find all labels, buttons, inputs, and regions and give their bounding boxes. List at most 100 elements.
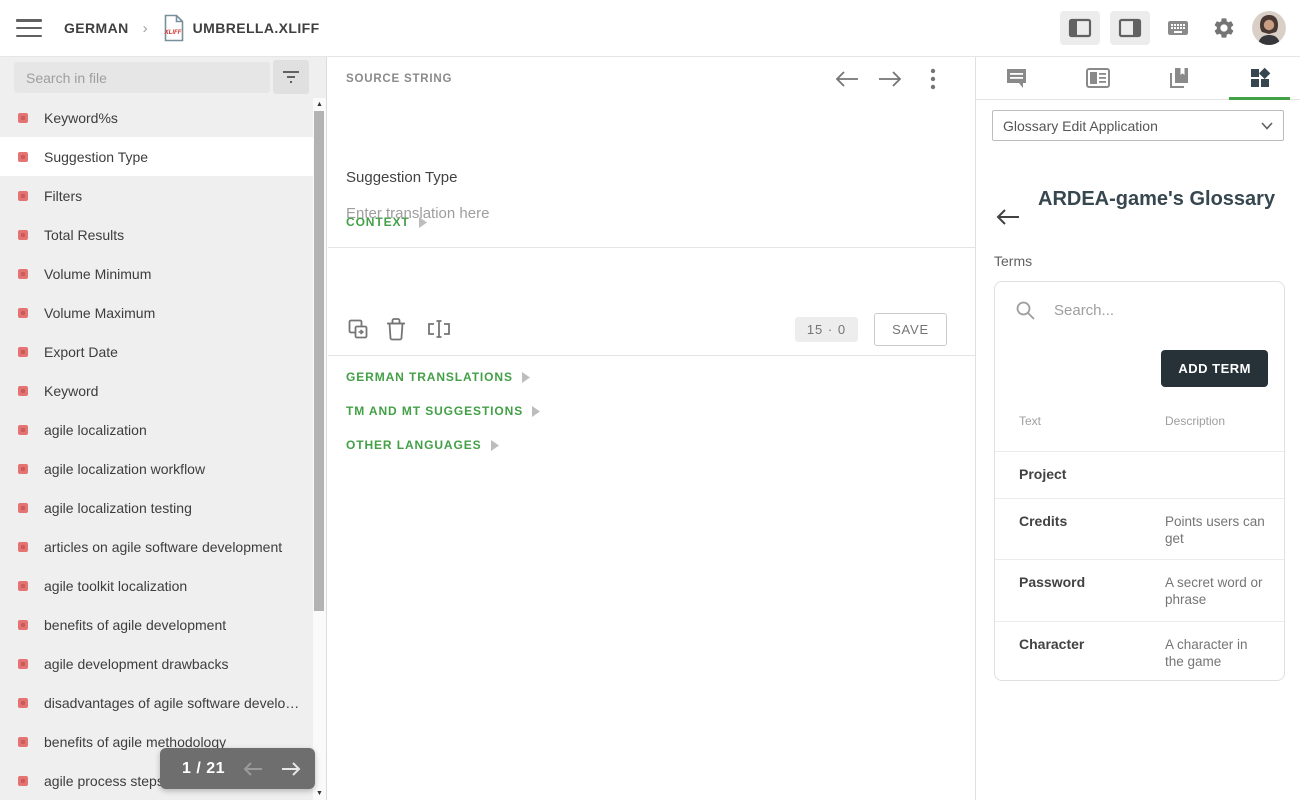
add-term-button[interactable]: ADD TERM	[1161, 350, 1268, 387]
segment-status-icon	[18, 581, 28, 591]
tab-comments[interactable]	[976, 57, 1057, 99]
segment-status-icon	[18, 308, 28, 318]
segment-list-item[interactable]: agile localization	[0, 410, 313, 449]
toggle-right-panel-button[interactable]	[1110, 11, 1150, 45]
toggle-left-panel-button[interactable]	[1060, 11, 1100, 45]
segment-status-icon	[18, 464, 28, 474]
segment-status-icon	[18, 542, 28, 552]
scroll-up-icon[interactable]: ▲	[315, 100, 324, 109]
segment-list-item[interactable]: agile localization workflow	[0, 449, 313, 488]
tm-mt-suggestions-toggle[interactable]: TM AND MT SUGGESTIONS	[346, 404, 540, 418]
segment-list-item[interactable]: Volume Minimum	[0, 254, 313, 293]
translation-input[interactable]	[346, 205, 935, 305]
segment-list-item[interactable]: benefits of agile development	[0, 605, 313, 644]
right-panel-icon	[1118, 18, 1142, 38]
back-button[interactable]	[994, 203, 1022, 231]
file-segments-sidebar: Keyword%s Suggestion Type Filters Total …	[0, 57, 327, 800]
german-translations-toggle[interactable]: GERMAN TRANSLATIONS	[346, 370, 530, 384]
segment-list-item[interactable]: Keyword	[0, 371, 313, 410]
trash-icon	[386, 317, 406, 341]
next-page-button[interactable]	[275, 753, 307, 785]
expand-triangle-icon	[490, 440, 499, 451]
app-selector[interactable]: Glossary Edit Application	[992, 110, 1284, 141]
segment-list-item[interactable]: Export Date	[0, 332, 313, 371]
pagination-bar: 1 / 21	[160, 748, 315, 789]
settings-button[interactable]	[1206, 11, 1242, 45]
tag-mode-button[interactable]	[426, 313, 466, 345]
sidebar-scrollbar[interactable]: ▲ ▼	[313, 98, 326, 800]
table-row[interactable]: Credits Points users can get	[995, 498, 1284, 559]
next-segment-button[interactable]	[876, 65, 904, 93]
comment-icon	[1005, 67, 1028, 89]
scrollbar-thumb[interactable]	[314, 111, 324, 611]
segment-status-icon	[18, 230, 28, 240]
segment-status-icon	[18, 737, 28, 747]
filter-button[interactable]	[273, 60, 309, 94]
segment-editor: SOURCE STRING Suggestion Type CONTEXT	[328, 57, 975, 800]
glossary-search-input[interactable]	[1054, 302, 1204, 319]
copy-icon	[346, 317, 370, 341]
glossary-search-row	[1015, 300, 1268, 321]
glossary-title: ARDEA-game's Glossary	[1038, 185, 1275, 231]
segment-list: Keyword%s Suggestion Type Filters Total …	[0, 98, 313, 800]
table-row[interactable]: Password A secret word or phrase	[995, 559, 1284, 621]
segment-list-item[interactable]: Filters	[0, 176, 313, 215]
back-arrow-icon	[996, 208, 1020, 226]
expand-triangle-icon	[531, 406, 540, 417]
save-button[interactable]: SAVE	[874, 313, 947, 346]
chevron-right-icon: ›	[143, 20, 148, 37]
terms-label: Terms	[994, 253, 1032, 269]
source-string-label: SOURCE STRING	[346, 73, 452, 85]
svg-text:XLIFF: XLIFF	[163, 30, 181, 36]
segment-list-item[interactable]: disadvantages of agile software develo…	[0, 683, 313, 722]
tools-tabs	[976, 57, 1300, 100]
segment-status-icon	[18, 113, 28, 123]
segment-status-icon	[18, 386, 28, 396]
chevron-down-icon	[1261, 122, 1273, 130]
sidebar-search-row	[0, 57, 326, 98]
table-header: Text Description	[995, 414, 1284, 451]
tab-glossary[interactable]	[1138, 57, 1219, 99]
table-row[interactable]: Project	[995, 451, 1284, 498]
segment-status-icon	[18, 659, 28, 669]
table-row[interactable]: Character A character in the game	[995, 621, 1284, 682]
copy-source-button[interactable]	[346, 313, 386, 345]
segment-list-item[interactable]: Total Results	[0, 215, 313, 254]
avatar[interactable]	[1252, 11, 1286, 45]
widgets-icon	[1248, 66, 1272, 90]
segment-status-icon	[18, 347, 28, 357]
segment-list-item[interactable]: agile localization testing	[0, 488, 313, 527]
segment-list-item[interactable]: articles on agile software development	[0, 527, 313, 566]
keyboard-shortcuts-button[interactable]	[1160, 11, 1196, 45]
breadcrumb[interactable]: GERMAN	[64, 20, 129, 36]
previous-segment-button[interactable]	[833, 65, 861, 93]
column-header-text: Text	[1019, 414, 1041, 428]
tab-apps[interactable]	[1219, 57, 1300, 99]
delete-translation-button[interactable]	[386, 313, 426, 345]
segment-list-item[interactable]: agile toolkit localization	[0, 566, 313, 605]
segment-list-item-selected[interactable]: Suggestion Type	[0, 137, 313, 176]
search-icon	[1015, 300, 1036, 321]
column-header-description: Description	[1165, 414, 1225, 428]
scroll-down-icon[interactable]: ▼	[315, 789, 324, 798]
segment-list-item[interactable]: agile development drawbacks	[0, 644, 313, 683]
more-options-button[interactable]	[919, 65, 947, 93]
glossary-card: ADD TERM Text Description Project Credit…	[994, 281, 1285, 681]
xliff-file-icon: XLIFF	[162, 14, 185, 42]
file-name: UMBRELLA.XLIFF	[193, 20, 320, 36]
segment-status-icon	[18, 620, 28, 630]
search-in-file-input[interactable]	[14, 62, 270, 93]
segment-status-icon	[18, 425, 28, 435]
contact-card-icon	[1086, 68, 1110, 88]
segment-list-item[interactable]: Volume Maximum	[0, 293, 313, 332]
tab-segment-info[interactable]	[1057, 57, 1138, 99]
other-languages-toggle[interactable]: OTHER LANGUAGES	[346, 438, 499, 452]
segment-list-item[interactable]: Keyword%s	[0, 98, 313, 137]
page-indicator: 1 / 21	[182, 760, 225, 778]
tools-panel: Glossary Edit Application ARDEA-game's G…	[975, 57, 1300, 800]
top-bar: GERMAN › XLIFF UMBRELLA.XLIFF	[0, 0, 1300, 57]
file-breadcrumb[interactable]: XLIFF UMBRELLA.XLIFF	[162, 14, 320, 42]
source-text: Suggestion Type	[346, 169, 457, 186]
previous-page-button[interactable]	[237, 753, 269, 785]
menu-icon[interactable]	[16, 19, 42, 37]
